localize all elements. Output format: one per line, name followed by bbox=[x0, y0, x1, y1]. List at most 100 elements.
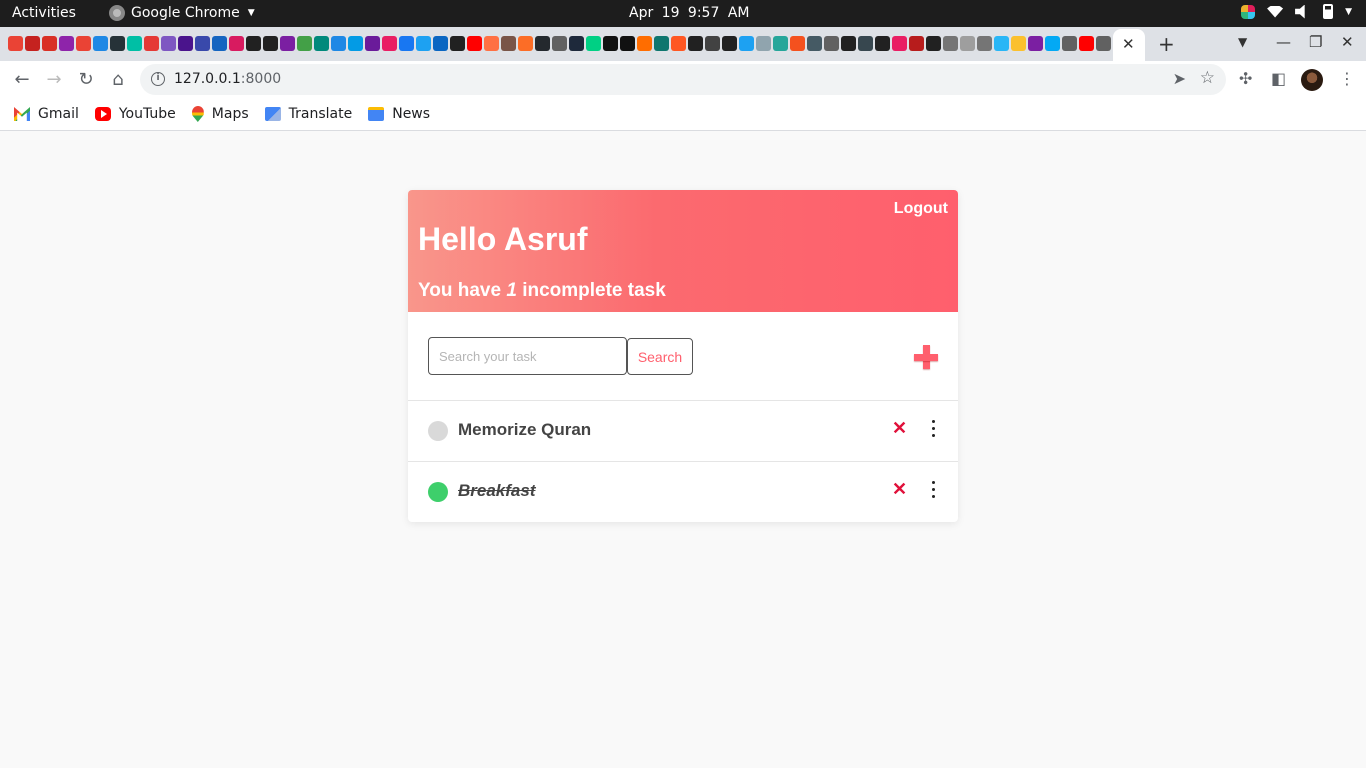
tab-favicon-icon[interactable] bbox=[382, 36, 397, 51]
bookmark-translate[interactable]: Translate bbox=[264, 106, 352, 122]
tab-favicon-icon[interactable] bbox=[1096, 36, 1111, 51]
tab-favicon-icon[interactable] bbox=[263, 36, 278, 51]
tab-favicon-icon[interactable] bbox=[280, 36, 295, 51]
new-tab-button[interactable]: + bbox=[1158, 32, 1175, 56]
tab-favicon-icon[interactable] bbox=[637, 36, 652, 51]
tab-favicon-icon[interactable] bbox=[331, 36, 346, 51]
tab-favicon-icon[interactable] bbox=[705, 36, 720, 51]
tab-favicon-icon[interactable] bbox=[535, 36, 550, 51]
tab-favicon-icon[interactable] bbox=[76, 36, 91, 51]
activities-button[interactable]: Activities bbox=[12, 5, 76, 21]
tab-favicon-icon[interactable] bbox=[195, 36, 210, 51]
tab-favicon-icon[interactable] bbox=[467, 36, 482, 51]
tab-favicon-icon[interactable] bbox=[1045, 36, 1060, 51]
tab-favicon-icon[interactable] bbox=[25, 36, 40, 51]
extensions-puzzle-icon[interactable]: ✣ bbox=[1239, 69, 1252, 88]
bookmark-news[interactable]: News bbox=[368, 106, 430, 122]
search-button[interactable]: Search bbox=[627, 338, 693, 375]
tab-favicon-icon[interactable] bbox=[161, 36, 176, 51]
search-input[interactable] bbox=[428, 337, 627, 375]
tab-favicon-icon[interactable] bbox=[127, 36, 142, 51]
minimize-icon[interactable]: — bbox=[1276, 33, 1291, 51]
tab-favicon-icon[interactable] bbox=[246, 36, 261, 51]
reload-icon[interactable]: ↻ bbox=[75, 69, 97, 90]
task-status-toggle[interactable] bbox=[428, 482, 448, 502]
tab-favicon-icon[interactable] bbox=[8, 36, 23, 51]
bookmark-gmail[interactable]: Gmail bbox=[14, 106, 79, 122]
tab-favicon-icon[interactable] bbox=[943, 36, 958, 51]
tab-favicon-icon[interactable] bbox=[841, 36, 856, 51]
back-arrow-icon[interactable]: ← bbox=[11, 69, 33, 90]
tab-favicon-icon[interactable] bbox=[365, 36, 380, 51]
tab-favicon-icon[interactable] bbox=[484, 36, 499, 51]
active-tab[interactable]: ✕ bbox=[1113, 29, 1145, 61]
tab-favicon-icon[interactable] bbox=[552, 36, 567, 51]
tab-favicon-icon[interactable] bbox=[892, 36, 907, 51]
tab-favicon-icon[interactable] bbox=[773, 36, 788, 51]
tab-favicon-icon[interactable] bbox=[926, 36, 941, 51]
tab-favicon-icon[interactable] bbox=[42, 36, 57, 51]
tab-favicon-icon[interactable] bbox=[1028, 36, 1043, 51]
tab-favicon-icon[interactable] bbox=[110, 36, 125, 51]
tab-favicon-icon[interactable] bbox=[348, 36, 363, 51]
forward-arrow-icon[interactable]: → bbox=[43, 69, 65, 90]
add-task-plus-icon[interactable] bbox=[914, 345, 938, 369]
bookmark-youtube[interactable]: YouTube bbox=[94, 106, 176, 122]
tab-favicon-icon[interactable] bbox=[994, 36, 1009, 51]
tab-favicon-icon[interactable] bbox=[824, 36, 839, 51]
wifi-icon[interactable] bbox=[1267, 5, 1284, 18]
send-to-devices-icon[interactable]: ➤ bbox=[1173, 69, 1186, 88]
task-more-options-icon[interactable] bbox=[927, 418, 941, 440]
logout-link[interactable]: Logout bbox=[894, 200, 948, 218]
app-menu[interactable]: Google Chrome ▼ bbox=[109, 5, 255, 21]
delete-task-icon[interactable]: ✕ bbox=[892, 418, 907, 439]
tab-favicon-icon[interactable] bbox=[212, 36, 227, 51]
battery-icon[interactable] bbox=[1323, 4, 1334, 19]
tab-favicon-icon[interactable] bbox=[501, 36, 516, 51]
tab-favicon-icon[interactable] bbox=[1079, 36, 1094, 51]
volume-icon[interactable] bbox=[1295, 4, 1305, 19]
tab-favicon-icon[interactable] bbox=[977, 36, 992, 51]
bookmark-star-icon[interactable]: ☆ bbox=[1200, 68, 1215, 88]
tab-favicon-icon[interactable] bbox=[875, 36, 890, 51]
tab-favicon-icon[interactable] bbox=[722, 36, 737, 51]
tab-favicon-icon[interactable] bbox=[1062, 36, 1077, 51]
delete-task-icon[interactable]: ✕ bbox=[892, 479, 907, 500]
tab-favicon-icon[interactable] bbox=[518, 36, 533, 51]
tab-favicon-icon[interactable] bbox=[688, 36, 703, 51]
tab-favicon-icon[interactable] bbox=[144, 36, 159, 51]
tab-favicon-icon[interactable] bbox=[586, 36, 601, 51]
tab-favicon-icon[interactable] bbox=[450, 36, 465, 51]
tab-favicon-icon[interactable] bbox=[93, 36, 108, 51]
tab-favicon-icon[interactable] bbox=[960, 36, 975, 51]
tab-favicon-icon[interactable] bbox=[229, 36, 244, 51]
tab-favicon-icon[interactable] bbox=[416, 36, 431, 51]
home-icon[interactable]: ⌂ bbox=[107, 69, 129, 90]
task-more-options-icon[interactable] bbox=[927, 479, 941, 501]
tab-favicon-icon[interactable] bbox=[671, 36, 686, 51]
task-status-toggle[interactable] bbox=[428, 421, 448, 441]
tab-favicon-icon[interactable] bbox=[297, 36, 312, 51]
tab-favicon-icon[interactable] bbox=[569, 36, 584, 51]
tab-favicon-icon[interactable] bbox=[654, 36, 669, 51]
tab-close-icon[interactable]: ✕ bbox=[1122, 35, 1135, 53]
clock[interactable]: Apr 19 9:57 AM bbox=[629, 5, 749, 21]
tab-favicon-icon[interactable] bbox=[178, 36, 193, 51]
tab-favicon-icon[interactable] bbox=[433, 36, 448, 51]
system-tray[interactable]: ▼ bbox=[1241, 4, 1352, 19]
tab-favicon-icon[interactable] bbox=[1011, 36, 1026, 51]
tab-favicon-icon[interactable] bbox=[739, 36, 754, 51]
tab-favicon-icon[interactable] bbox=[909, 36, 924, 51]
tab-favicon-icon[interactable] bbox=[807, 36, 822, 51]
restore-icon[interactable]: ❐ bbox=[1309, 33, 1322, 51]
tab-search-chevron-icon[interactable]: ▼ bbox=[1238, 35, 1247, 49]
url-text[interactable]: 127.0.0.1:8000 bbox=[174, 71, 281, 87]
side-panel-icon[interactable]: ◧ bbox=[1271, 69, 1286, 88]
tab-favicon-icon[interactable] bbox=[756, 36, 771, 51]
tab-favicon-icon[interactable] bbox=[59, 36, 74, 51]
profile-avatar[interactable] bbox=[1301, 69, 1323, 91]
tab-favicon-icon[interactable] bbox=[790, 36, 805, 51]
site-info-icon[interactable]: i bbox=[151, 72, 165, 86]
tab-favicon-icon[interactable] bbox=[858, 36, 873, 51]
bookmark-maps[interactable]: Maps bbox=[191, 106, 249, 122]
